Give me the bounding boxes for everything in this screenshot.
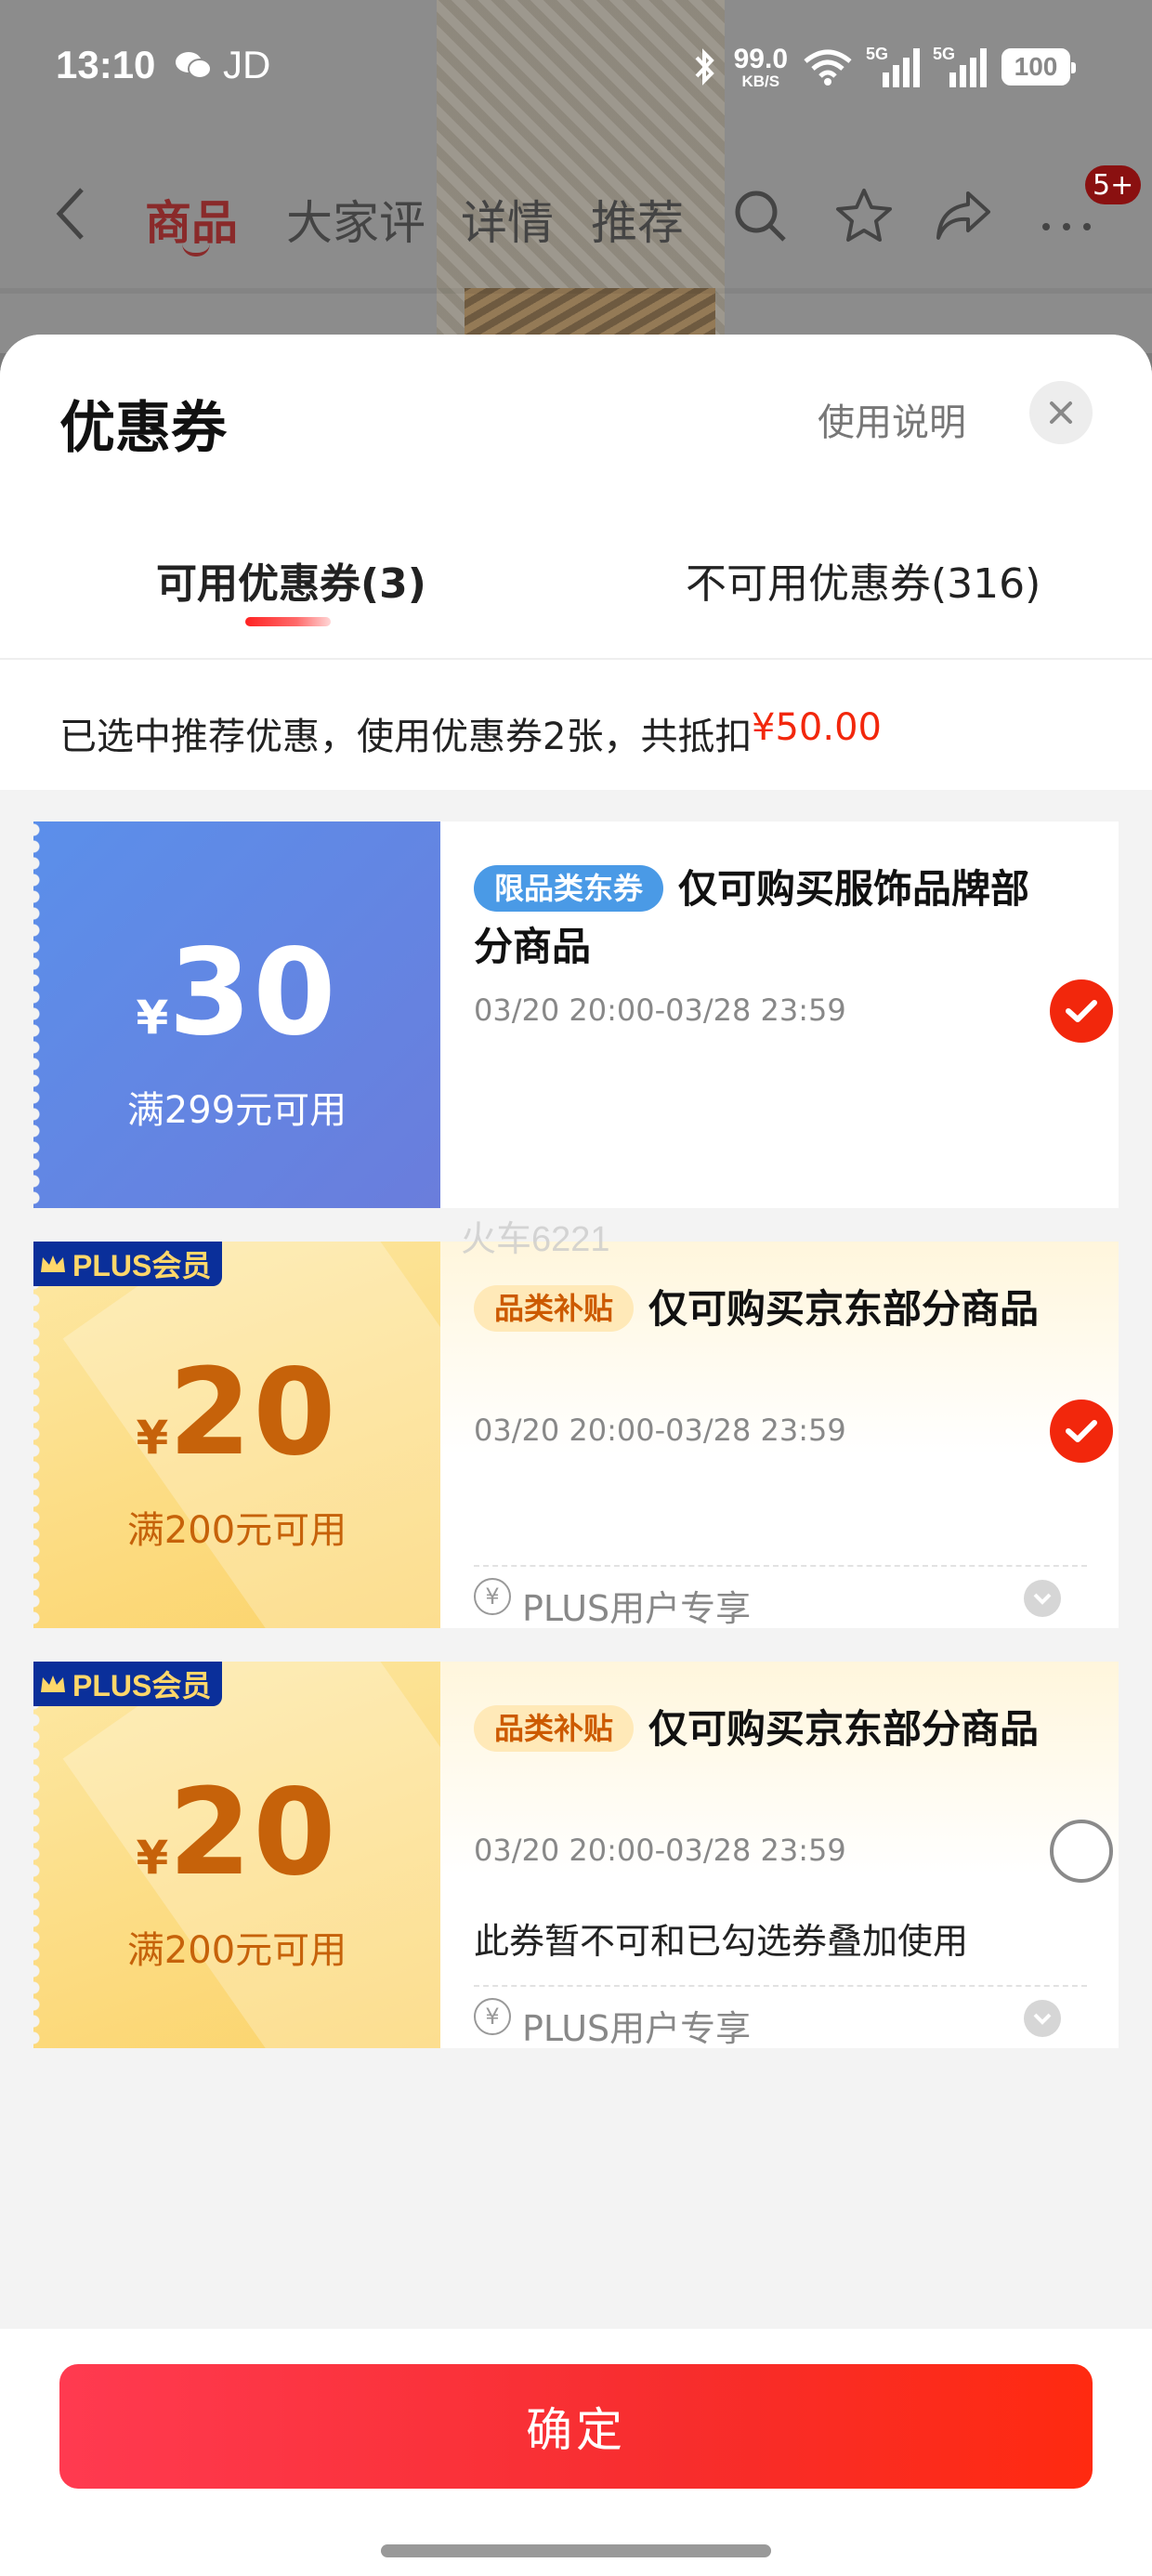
signal-2: 5G [933,45,987,87]
coupon-value-panel: ¥20 满200元可用 [33,1662,440,2048]
coupon-value-panel: ¥30 满299元可用 [33,821,440,1208]
coupon-stack-note: 此券暂不可和已勾选券叠加使用 [474,1921,969,1962]
net-speed: 99.0 KB/S [733,43,788,90]
coupon-title: 品类补贴 仅可购买京东部分商品 [474,1281,1050,1338]
coupon-amount: ¥20 [136,1764,338,1902]
crown-icon [41,1676,65,1692]
nav-tab-reviews[interactable]: 大家评 [286,186,425,253]
coupon-checkbox-checked[interactable] [1050,979,1113,1043]
signal-1: 5G [866,45,920,87]
home-indicator [381,2544,771,2557]
nav-tab-indicator [182,243,210,256]
crown-icon [41,1255,65,1272]
coupon-condition: 满299元可用 [126,1089,347,1132]
tab-available-coupons[interactable]: 可用优惠券(3) [156,550,426,610]
coupon-tag: 品类补贴 [474,1705,635,1752]
usage-instructions-link[interactable]: 使用说明 [818,392,966,446]
coupon-info: 品类补贴 仅可购买京东部分商品 03/20 20:00-03/28 23:59 ¥… [440,1242,1119,1628]
coupon-title: 限品类东券 仅可购买服饰品牌部分商品 [474,865,1030,969]
wifi-icon [804,49,852,85]
close-button[interactable] [1029,381,1093,444]
coupon-footer-text: PLUS用户专享 [522,1588,752,1628]
coupon-validity: 03/20 20:00-03/28 23:59 [474,992,846,1028]
status-time: 13:10 [56,43,156,86]
coupon-footer[interactable]: ¥ PLUS用户专享 [474,1565,1087,1628]
chevron-down-icon[interactable] [1024,2000,1061,2037]
yen-icon: ¥ [474,1998,511,2035]
coupon-tag: 限品类东券 [474,865,664,912]
watermark: 火车6221 [461,1220,610,1259]
plus-member-badge: PLUS会员 [33,1662,223,1706]
summary-text: 已选中推荐优惠，使用优惠券2张，共抵扣 [59,716,753,758]
coupon-footer-text: PLUS用户专享 [522,2008,752,2048]
plus-member-badge: PLUS会员 [33,1242,223,1286]
chevron-down-icon[interactable] [1024,1580,1061,1617]
coupon-validity: 03/20 20:00-03/28 23:59 [474,1413,846,1448]
coupon-tag: 品类补贴 [474,1285,635,1332]
coupon-value-panel: ¥20 满200元可用 [33,1242,440,1628]
coupon-info: 限品类东券 仅可购买服饰品牌部分商品 03/20 20:00-03/28 23:5… [440,821,1119,1208]
coupon-validity: 03/20 20:00-03/28 23:59 [474,1833,846,1868]
coupon-checkbox-checked[interactable] [1050,1400,1113,1463]
battery: 100 [1001,48,1076,85]
coupon-checkbox-unchecked[interactable] [1050,1820,1113,1883]
share-icon[interactable] [933,186,992,245]
check-icon [1066,1000,1097,1022]
nav-tab-recommend[interactable]: 推荐 [591,186,684,253]
yen-icon: ¥ [474,1578,511,1615]
message-badge: 5+ [1085,165,1142,204]
coupon-amount: ¥30 [136,924,338,1062]
coupon-card[interactable]: PLUS会员 ¥20 满200元可用 品类补贴 仅可购买京东部分商品 03/20 … [33,1662,1119,2048]
tab-active-indicator [245,617,331,626]
sheet-header: 优惠券 使用说明 可用优惠券(3) 不可用优惠券(316) [0,335,1152,660]
coupon-title: 品类补贴 仅可购买京东部分商品 [474,1701,1050,1758]
coupon-card[interactable]: PLUS会员 ¥20 满200元可用 品类补贴 仅可购买京东部分商品 03/20 … [33,1242,1119,1628]
coupon-info: 品类补贴 仅可购买京东部分商品 03/20 20:00-03/28 23:59 此… [440,1662,1119,2048]
wechat-icon [176,52,212,79]
status-bar: 13:10 JD 99.0 KB/S 5G 5G 100 [0,0,1152,135]
coupon-condition: 满200元可用 [126,1509,347,1552]
summary-amount: ¥50.00 [752,706,882,749]
check-icon [1066,1420,1097,1442]
star-icon[interactable] [834,186,894,245]
nav-tab-details[interactable]: 详情 [461,186,554,253]
confirm-button[interactable]: 确定 [59,2364,1093,2489]
sheet-title: 优惠券 [59,396,227,461]
coupon-card[interactable]: ¥30 满299元可用 限品类东券 仅可购买服饰品牌部分商品 03/20 20:0… [33,821,1119,1208]
status-app-label: JD [223,43,271,86]
product-nav: 商品 大家评 详情 推荐 [0,167,1152,260]
coupon-amount: ¥20 [136,1344,338,1482]
coupon-sheet: 优惠券 使用说明 可用优惠券(3) 不可用优惠券(316) 已选中推荐优惠，使用… [0,335,1152,2576]
coupon-condition: 满200元可用 [126,1929,347,1972]
close-icon [1050,401,1072,424]
navbar-shadow [0,288,1152,294]
bluetooth-icon [695,48,714,85]
search-icon[interactable] [730,186,790,245]
coupon-footer[interactable]: ¥ PLUS用户专享 [474,1985,1087,2048]
status-icons: 99.0 KB/S 5G 5G 100 [691,41,1076,93]
tab-unavailable-coupons[interactable]: 不可用优惠券(316) [686,550,1041,610]
bottom-bar: 确定 [0,2329,1152,2576]
selection-summary: 已选中推荐优惠，使用优惠券2张，共抵扣 ¥50.00 [0,660,1152,790]
back-arrow-icon[interactable] [50,184,91,243]
